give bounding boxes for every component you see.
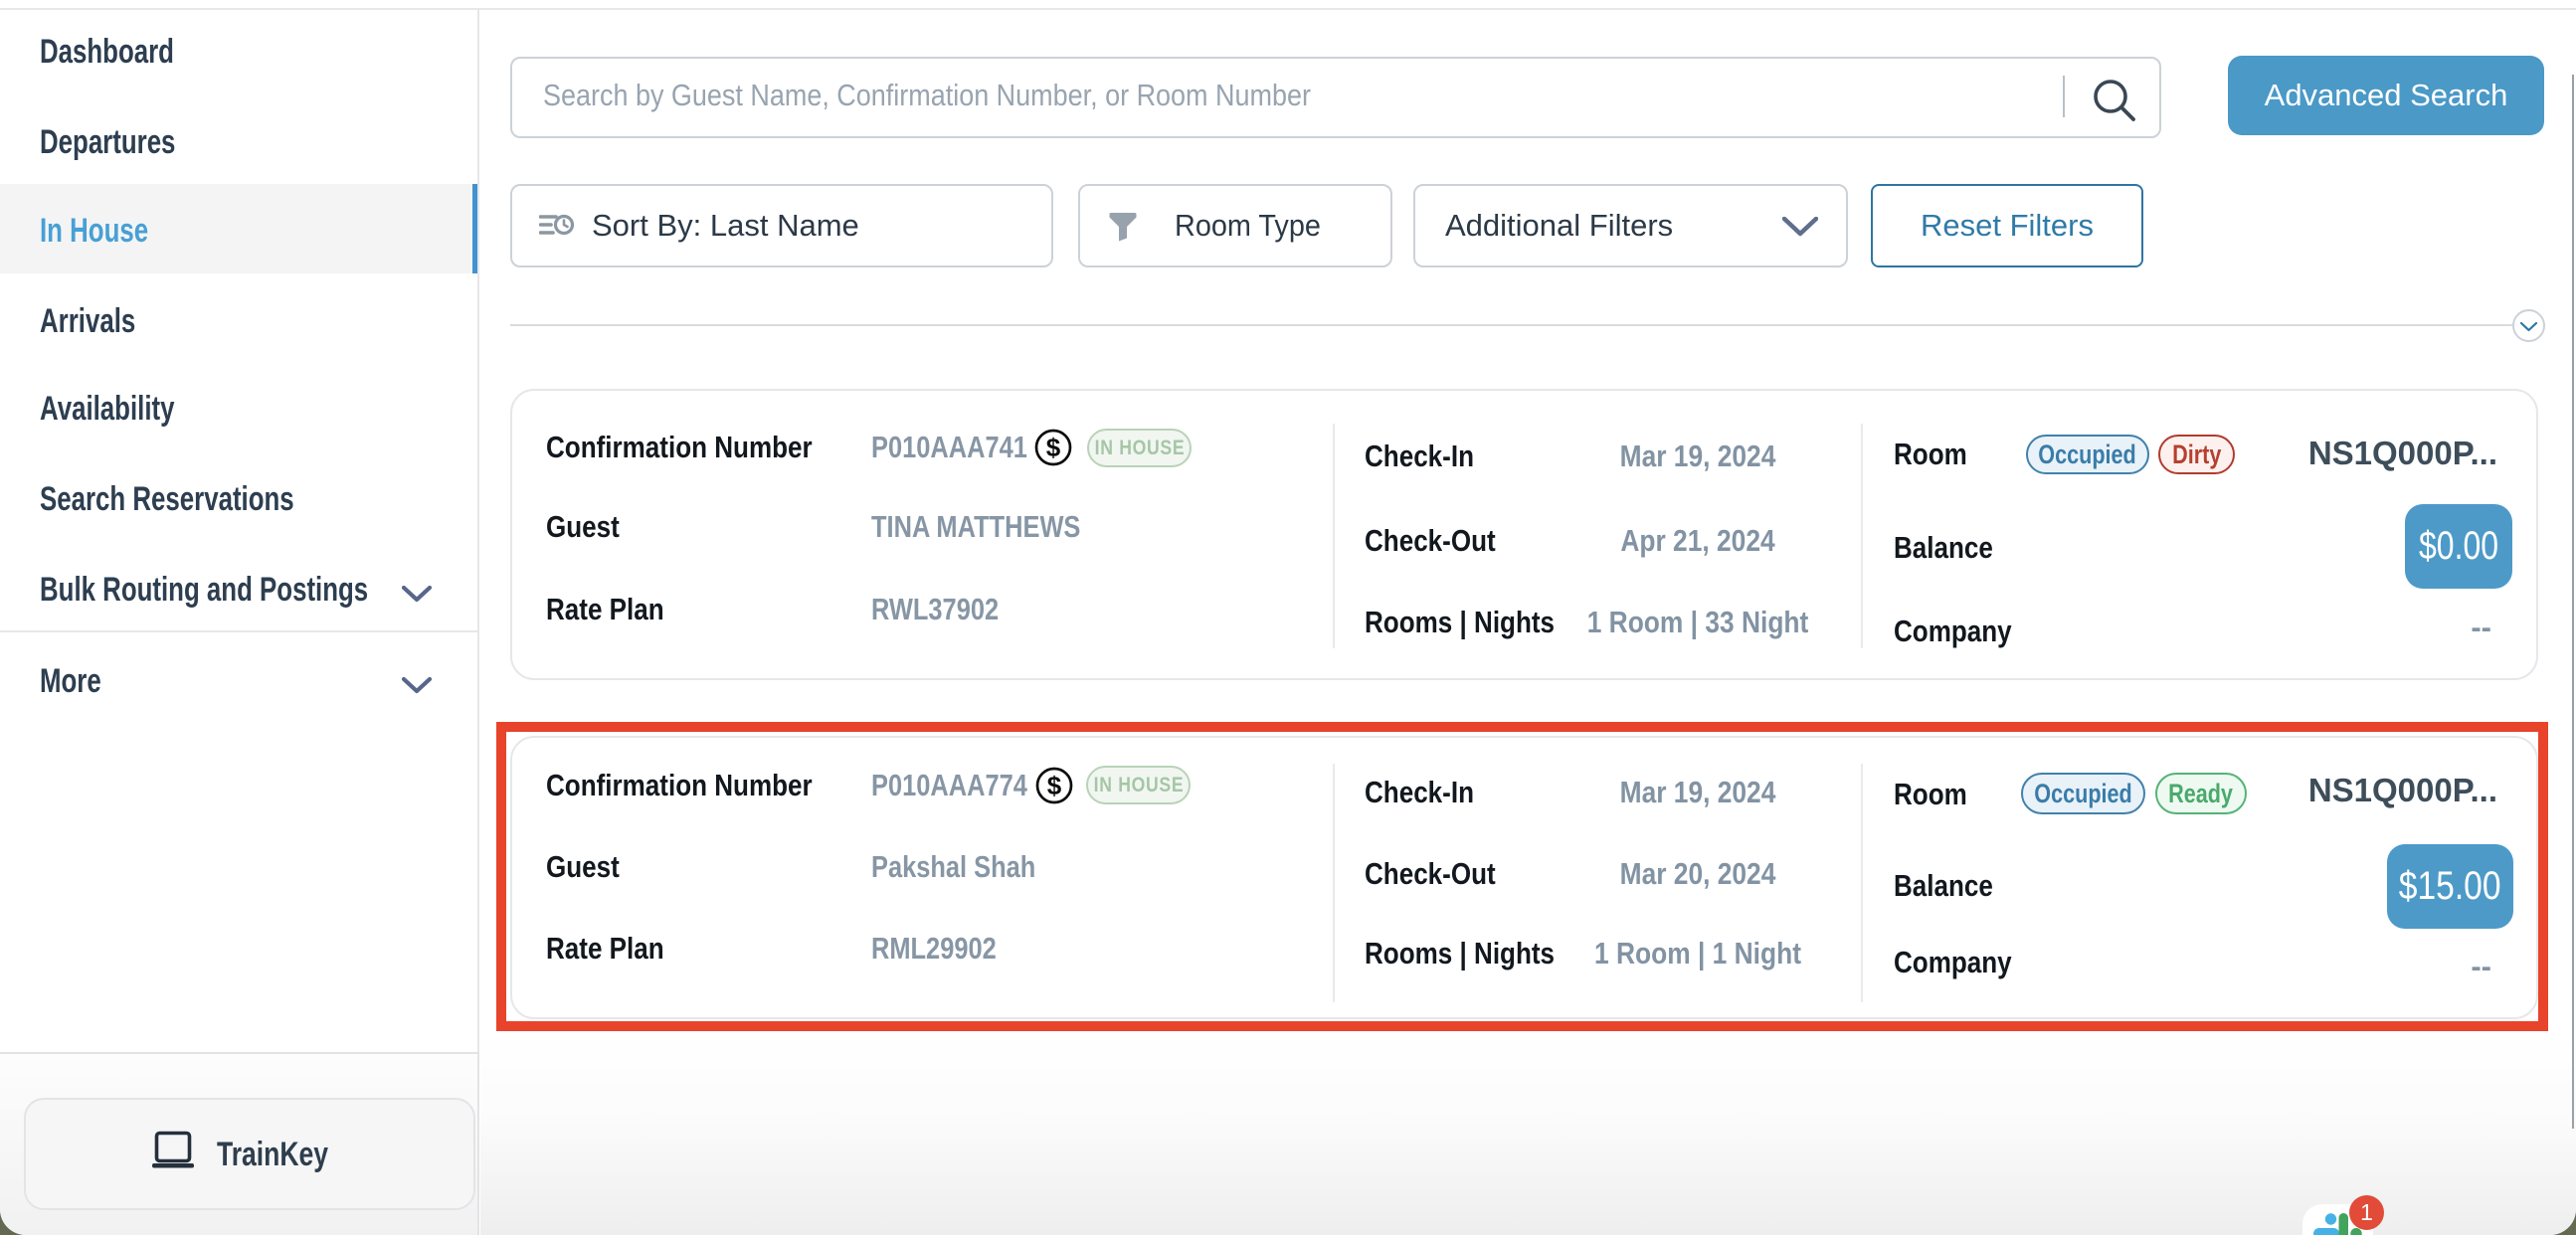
svg-text:$: $ — [1046, 433, 1061, 462]
